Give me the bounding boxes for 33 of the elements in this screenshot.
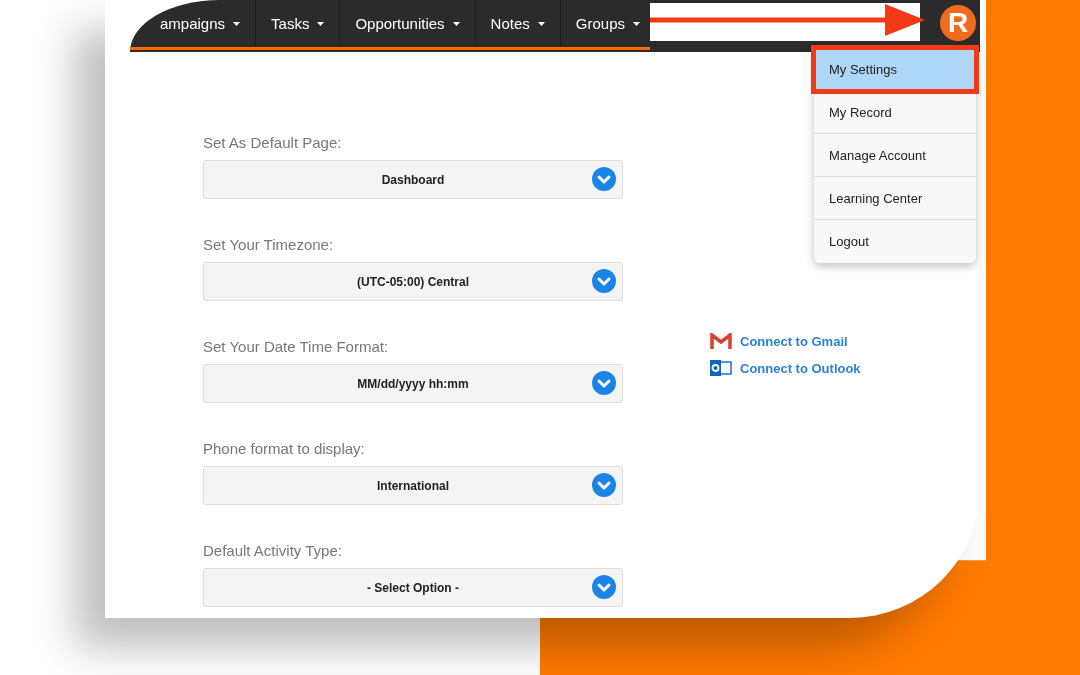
field-label: Set Your Date Time Format: xyxy=(203,338,390,355)
menu-item[interactable]: Manage Account xyxy=(814,134,976,177)
chevron-down-icon xyxy=(592,575,616,599)
select-field[interactable]: - Select Option - xyxy=(203,568,623,607)
mail-icon xyxy=(710,333,732,349)
menu-item[interactable]: My Settings xyxy=(814,48,976,91)
select-field[interactable]: MM/dd/yyyy hh:mm xyxy=(203,364,623,403)
nav-menu-item[interactable]: Notes xyxy=(475,0,561,47)
nav-menu-item[interactable]: Opportunities xyxy=(340,0,476,47)
menu-item[interactable]: Learning Center xyxy=(814,177,976,220)
select-field[interactable]: Dashboard xyxy=(203,160,623,199)
field-label: Set As Default Page: xyxy=(203,134,343,151)
caret-icon xyxy=(537,21,545,26)
chevron-down-icon xyxy=(592,269,616,293)
connect-link[interactable]: Connect to Outlook xyxy=(740,360,861,376)
chevron-down-icon xyxy=(592,167,616,191)
select-field[interactable]: (UTC-05:00) Central xyxy=(203,262,623,301)
select-field[interactable]: International xyxy=(203,466,623,505)
nav-menu-item[interactable]: Tasks xyxy=(256,0,341,47)
caret-icon xyxy=(633,21,640,26)
caret-icon xyxy=(233,21,241,26)
caret-icon xyxy=(452,21,460,26)
chevron-down-icon xyxy=(592,473,616,497)
field-label: Phone format to display: xyxy=(203,440,366,457)
chevron-down-icon xyxy=(592,371,616,395)
nav-menu-item[interactable]: ampaigns xyxy=(130,0,257,47)
field-label: Default Activity Type: xyxy=(203,542,343,559)
menu-item[interactable]: My Record xyxy=(814,91,976,134)
caret-icon xyxy=(317,21,325,26)
menu-item[interactable]: Logout xyxy=(814,220,976,263)
connect-link[interactable]: Connect to Gmail xyxy=(740,333,848,349)
field-label: Set Your Timezone: xyxy=(203,236,335,253)
outlook-icon xyxy=(710,359,732,377)
